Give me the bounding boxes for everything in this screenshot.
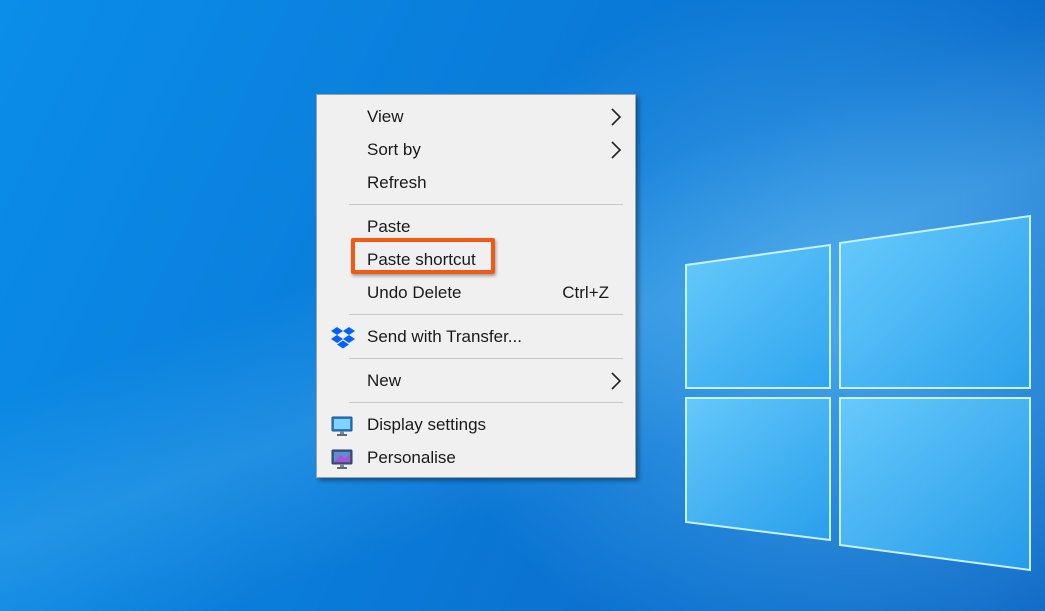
menu-item-undo-delete[interactable]: Undo Delete Ctrl+Z — [317, 277, 635, 310]
desktop-context-menu: View Sort by Refresh Paste Paste shortcu… — [316, 94, 636, 478]
dropbox-icon — [331, 327, 355, 354]
menu-item-label: New — [367, 371, 402, 390]
logo-pane-top-left — [685, 243, 831, 389]
menu-item-label: Send with Transfer... — [367, 327, 522, 346]
display-settings-icon — [331, 415, 353, 442]
logo-pane-bottom-right — [839, 397, 1031, 572]
menu-item-label: Display settings — [367, 415, 487, 434]
menu-item-label: Refresh — [367, 173, 427, 192]
menu-separator — [349, 402, 623, 403]
menu-item-view[interactable]: View — [317, 101, 635, 134]
menu-item-refresh[interactable]: Refresh — [317, 167, 635, 200]
chevron-right-icon — [609, 107, 623, 132]
menu-item-shortcut: Ctrl+Z — [562, 283, 609, 302]
paste-shortcut-highlight-box — [351, 238, 495, 274]
logo-pane-bottom-left — [685, 397, 831, 542]
menu-item-display-settings[interactable]: Display settings — [317, 409, 635, 442]
menu-item-label: View — [367, 107, 404, 126]
menu-item-sort-by[interactable]: Sort by — [317, 134, 635, 167]
chevron-right-icon — [609, 140, 623, 165]
menu-item-label: Undo Delete — [367, 283, 462, 302]
menu-item-personalise[interactable]: Personalise — [317, 442, 635, 475]
menu-item-new[interactable]: New — [317, 365, 635, 398]
menu-item-label: Sort by — [367, 140, 421, 159]
personalise-icon — [331, 448, 353, 475]
chevron-right-icon — [609, 371, 623, 396]
menu-item-label: Personalise — [367, 448, 456, 467]
menu-separator — [349, 314, 623, 315]
menu-separator — [349, 358, 623, 359]
logo-pane-top-right — [839, 214, 1031, 389]
menu-item-label: Paste — [367, 217, 411, 236]
menu-separator — [349, 204, 623, 205]
menu-item-send-with-transfer[interactable]: Send with Transfer... — [317, 321, 635, 354]
